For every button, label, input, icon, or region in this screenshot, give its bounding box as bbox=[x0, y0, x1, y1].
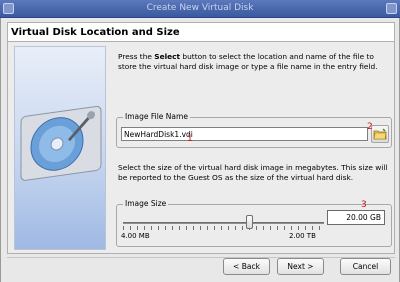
window-titlebar: Create New Virtual Disk bbox=[0, 0, 400, 18]
size-min-label: 4.00 MB bbox=[121, 232, 150, 240]
image-size-group: Image Size 4.00 MB 2.00 TB bbox=[116, 199, 392, 247]
page-title: Virtual Disk Location and Size bbox=[11, 27, 180, 38]
hard-disk-illustration-icon bbox=[14, 46, 106, 250]
folder-icon bbox=[373, 128, 387, 140]
size-slider-ticks bbox=[123, 226, 324, 230]
annotation-marker-2: 2 bbox=[367, 122, 373, 132]
footer-separator bbox=[7, 257, 395, 258]
wizard-body: Press the Select button to select the lo… bbox=[7, 42, 395, 254]
intro-select-word: Select bbox=[154, 52, 181, 61]
size-slider-track[interactable] bbox=[123, 222, 324, 224]
image-file-input[interactable] bbox=[121, 127, 368, 141]
back-button[interactable]: < Back bbox=[223, 258, 270, 275]
intro-prefix: Press the bbox=[118, 52, 155, 61]
select-file-button[interactable] bbox=[371, 125, 389, 143]
intro-text: Press the Select button to select the lo… bbox=[118, 52, 388, 72]
annotation-marker-3: 3 bbox=[361, 200, 367, 210]
page-header: Virtual Disk Location and Size bbox=[7, 22, 395, 42]
cancel-button[interactable]: Cancel bbox=[340, 258, 391, 275]
size-info-text: Select the size of the virtual hard disk… bbox=[118, 163, 388, 182]
window-close-icon[interactable] bbox=[386, 3, 397, 14]
size-value-input[interactable] bbox=[327, 210, 385, 225]
window-title: Create New Virtual Disk bbox=[146, 3, 254, 13]
size-max-label: 2.00 TB bbox=[289, 232, 316, 240]
wizard-dialog: Virtual Disk Location and Size Press the… bbox=[0, 18, 400, 282]
annotation-marker-1: 1 bbox=[187, 134, 193, 144]
image-file-group: Image File Name bbox=[116, 112, 392, 148]
next-button[interactable]: Next > bbox=[277, 258, 324, 275]
image-file-legend: Image File Name bbox=[123, 112, 190, 121]
image-size-legend: Image Size bbox=[123, 199, 169, 208]
size-slider-thumb[interactable] bbox=[246, 215, 254, 229]
